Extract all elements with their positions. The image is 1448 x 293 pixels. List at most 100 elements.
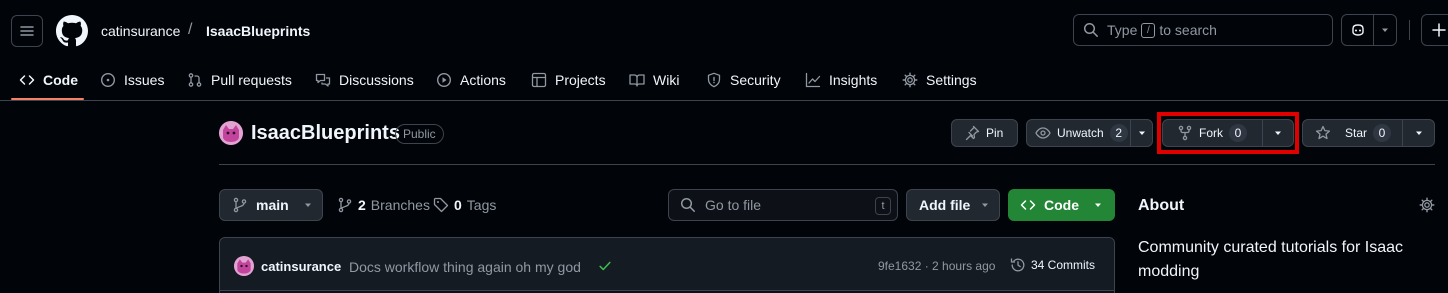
- tab-label: Settings: [926, 72, 977, 88]
- go-to-file-placeholder: Go to file: [705, 197, 762, 213]
- go-to-file-input[interactable]: Go to file t: [668, 189, 898, 221]
- triangle-down-icon: [1095, 203, 1101, 207]
- code-icon: [1020, 200, 1036, 210]
- shield-icon: [707, 72, 721, 88]
- tab-label: Issues: [124, 72, 165, 88]
- book-icon: [629, 74, 645, 87]
- watch-dropdown[interactable]: [1131, 120, 1152, 146]
- tab-settings[interactable]: Settings: [902, 60, 977, 100]
- star-main[interactable]: Star 0: [1303, 120, 1403, 146]
- commit-sha-time[interactable]: 9fe1632 · 2 hours ago: [878, 259, 995, 273]
- pin-label: Pin: [986, 126, 1004, 140]
- check-icon[interactable]: [598, 259, 612, 273]
- tab-security[interactable]: Security: [706, 60, 781, 100]
- triangle-down-icon: [304, 203, 311, 207]
- git-pull-request-icon: [188, 73, 202, 87]
- eye-icon: [1035, 127, 1051, 139]
- git-branch-icon: [233, 197, 247, 213]
- breadcrumb-owner[interactable]: catinsurance: [101, 23, 180, 39]
- copilot-dropdown[interactable]: [1374, 15, 1396, 45]
- tags-link[interactable]: 0 Tags: [433, 197, 496, 213]
- add-file-label: Add file: [919, 197, 971, 213]
- graph-icon: [805, 72, 821, 88]
- commit-message[interactable]: Docs workflow thing again oh my god: [349, 259, 581, 275]
- branches-count: 2: [358, 197, 366, 213]
- star-button[interactable]: Star 0: [1302, 119, 1435, 147]
- tab-wiki[interactable]: Wiki: [629, 60, 679, 100]
- star-count: 0: [1373, 124, 1392, 142]
- search-suffix: to search: [1159, 22, 1217, 38]
- tab-label: Projects: [555, 72, 606, 88]
- create-new-button[interactable]: [1421, 14, 1448, 46]
- table-icon: [531, 72, 547, 88]
- plus-icon: [1432, 23, 1446, 37]
- tab-label: Pull requests: [211, 72, 292, 88]
- copilot-button[interactable]: [1341, 14, 1397, 46]
- branch-name: main: [256, 197, 289, 213]
- branches-label: Branches: [370, 197, 430, 213]
- gear-icon: [902, 72, 918, 88]
- global-header: catinsurance / IsaacBlueprints Type / to…: [0, 0, 1448, 101]
- title-divider: [219, 164, 1435, 165]
- search-icon: [1083, 22, 1098, 37]
- commit-author-avatar[interactable]: [234, 256, 254, 276]
- search-prefix: Type: [1107, 22, 1138, 38]
- pin-button[interactable]: Pin: [951, 119, 1018, 147]
- tab-issues[interactable]: Issues: [100, 60, 164, 100]
- about-description: Community curated tutorials for Isaac mo…: [1138, 239, 1403, 280]
- tab-projects[interactable]: Projects: [531, 60, 606, 100]
- watch-main[interactable]: Unwatch 2: [1027, 120, 1131, 146]
- watch-button[interactable]: Unwatch 2: [1026, 119, 1153, 147]
- code-button-label: Code: [1044, 197, 1079, 213]
- gear-icon[interactable]: [1419, 197, 1435, 213]
- tab-label: Insights: [829, 72, 878, 88]
- star-dropdown[interactable]: [1403, 120, 1434, 146]
- tab-label: Discussions: [339, 72, 414, 88]
- copilot-icon: [1351, 24, 1364, 36]
- triangle-down-icon: [1415, 131, 1422, 135]
- tags-count: 0: [454, 197, 462, 213]
- triangle-down-icon: [982, 203, 989, 207]
- triangle-down-icon: [1382, 28, 1388, 32]
- latest-commit-box: catinsurance Docs workflow thing again o…: [219, 237, 1115, 293]
- repo-owner-avatar[interactable]: [219, 121, 243, 145]
- tab-label: Code: [43, 72, 78, 88]
- branch-selector[interactable]: main: [219, 189, 323, 221]
- tab-discussions[interactable]: Discussions: [315, 60, 414, 100]
- tab-actions[interactable]: Actions: [436, 60, 506, 100]
- star-label: Star: [1345, 126, 1368, 140]
- repo-title[interactable]: IsaacBlueprints: [251, 122, 400, 145]
- history-icon: [1010, 258, 1025, 272]
- watch-label: Unwatch: [1057, 126, 1104, 140]
- play-icon: [436, 72, 452, 88]
- tab-insights[interactable]: Insights: [805, 60, 877, 100]
- tags-label: Tags: [466, 197, 497, 213]
- tab-code[interactable]: Code: [19, 60, 78, 100]
- commit-author[interactable]: catinsurance: [261, 259, 341, 274]
- menu-button[interactable]: [11, 15, 43, 47]
- add-file-button[interactable]: Add file: [906, 189, 1000, 221]
- issue-opened-icon: [100, 72, 116, 88]
- github-logo-icon[interactable]: [56, 15, 88, 47]
- branches-link[interactable]: 2 Branches: [337, 197, 430, 213]
- highlight-box: [1157, 112, 1299, 154]
- comment-discussion-icon: [315, 73, 331, 87]
- tab-label: Actions: [460, 72, 506, 88]
- tab-pull-requests[interactable]: Pull requests: [187, 60, 292, 100]
- commits-history-link[interactable]: 34 Commits: [1010, 257, 1095, 273]
- hamburger-icon: [20, 26, 34, 36]
- code-button[interactable]: Code: [1008, 189, 1115, 221]
- search-input[interactable]: Type / to search: [1073, 14, 1333, 46]
- header-divider: [1409, 20, 1410, 40]
- search-shortcut-key: /: [1141, 22, 1156, 38]
- tab-label: Security: [730, 72, 781, 88]
- watch-count: 2: [1109, 124, 1128, 142]
- tab-label: Wiki: [653, 72, 680, 88]
- tag-icon: [433, 197, 449, 213]
- breadcrumb-repo[interactable]: IsaacBlueprints: [206, 23, 310, 39]
- code-icon: [19, 75, 35, 85]
- pin-icon: [965, 125, 980, 141]
- go-to-file-shortcut: t: [875, 197, 891, 215]
- copilot-main[interactable]: [1342, 15, 1374, 45]
- visibility-badge: Public: [395, 124, 444, 144]
